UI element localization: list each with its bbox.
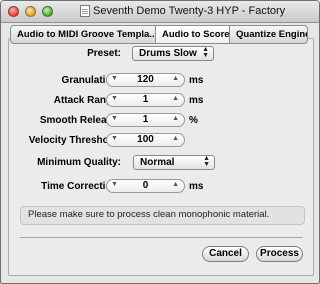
zoom-window-button[interactable] xyxy=(42,6,53,17)
document-icon xyxy=(80,5,90,17)
increment-arrow-icon[interactable]: ▲ xyxy=(172,115,179,122)
decrement-arrow-icon[interactable]: ▼ xyxy=(111,75,118,82)
increment-arrow-icon[interactable]: ▲ xyxy=(172,135,179,142)
separator xyxy=(20,237,303,238)
up-down-arrows-icon: ▲ ▼ xyxy=(203,155,210,168)
increment-arrow-icon[interactable]: ▲ xyxy=(172,95,179,102)
tab-audio-to-midi-groove-template[interactable]: Audio to MIDI Groove Templa... xyxy=(10,25,156,44)
info-message-box: Please make sure to process clean monoph… xyxy=(20,206,305,225)
close-window-button[interactable] xyxy=(8,6,19,17)
granulation-unit: ms xyxy=(189,75,204,86)
smooth-release-unit: % xyxy=(189,115,198,126)
window-title: Seventh Demo Twenty-3 HYP - Factory xyxy=(93,5,286,17)
preset-value: Drums Slow xyxy=(139,48,197,59)
info-message-text: Please make sure to process clean monoph… xyxy=(28,209,270,220)
time-correction-value: 0 xyxy=(142,180,149,191)
attack-range-value: 1 xyxy=(142,94,149,105)
minimum-quality-popup[interactable]: Normal ▲ ▼ xyxy=(133,155,215,170)
time-correction-unit: ms xyxy=(189,181,204,192)
tab-bar: Audio to MIDI Groove Templa... Audio to … xyxy=(10,25,308,44)
title-bar[interactable]: Seventh Demo Twenty-3 HYP - Factory xyxy=(1,1,319,23)
smooth-release-value: 1 xyxy=(142,114,149,125)
minimize-window-button[interactable] xyxy=(25,6,36,17)
decrement-arrow-icon[interactable]: ▼ xyxy=(111,95,118,102)
tab-panel: Preset: Drums Slow ▲ ▼ Granulation: ▼ 120… xyxy=(8,38,314,276)
tab-quantize-engine[interactable]: Quantize Engine xyxy=(229,25,308,44)
minimum-quality-value: Normal xyxy=(140,157,175,168)
smooth-release-stepper[interactable]: ▼ 1 ▲ xyxy=(106,113,185,127)
decrement-arrow-icon[interactable]: ▼ xyxy=(111,115,118,122)
dialog-window: Seventh Demo Twenty-3 HYP - Factory Pres… xyxy=(0,0,320,284)
increment-arrow-icon[interactable]: ▲ xyxy=(172,75,179,82)
attack-range-stepper[interactable]: ▼ 1 ▲ xyxy=(106,93,185,107)
time-correction-stepper[interactable]: ▼ 0 ▲ xyxy=(106,179,185,193)
decrement-arrow-icon[interactable]: ▼ xyxy=(111,135,118,142)
granulation-stepper[interactable]: ▼ 120 ▲ xyxy=(106,73,185,87)
minimum-quality-label: Minimum Quality: xyxy=(37,157,121,168)
up-down-arrows-icon: ▲ ▼ xyxy=(202,46,209,59)
decrement-arrow-icon[interactable]: ▼ xyxy=(111,181,118,188)
attack-range-unit: ms xyxy=(189,95,204,106)
velocity-threshold-value: 100 xyxy=(137,134,154,145)
preset-popup[interactable]: Drums Slow ▲ ▼ xyxy=(132,46,214,61)
tab-audio-to-score[interactable]: Audio to Score xyxy=(155,25,230,44)
increment-arrow-icon[interactable]: ▲ xyxy=(172,181,179,188)
cancel-button[interactable]: Cancel xyxy=(202,246,249,262)
preset-label: Preset: xyxy=(87,48,121,59)
velocity-threshold-stepper[interactable]: ▼ 100 ▲ xyxy=(106,133,185,147)
granulation-value: 120 xyxy=(137,74,154,85)
process-button[interactable]: Process xyxy=(256,246,303,262)
